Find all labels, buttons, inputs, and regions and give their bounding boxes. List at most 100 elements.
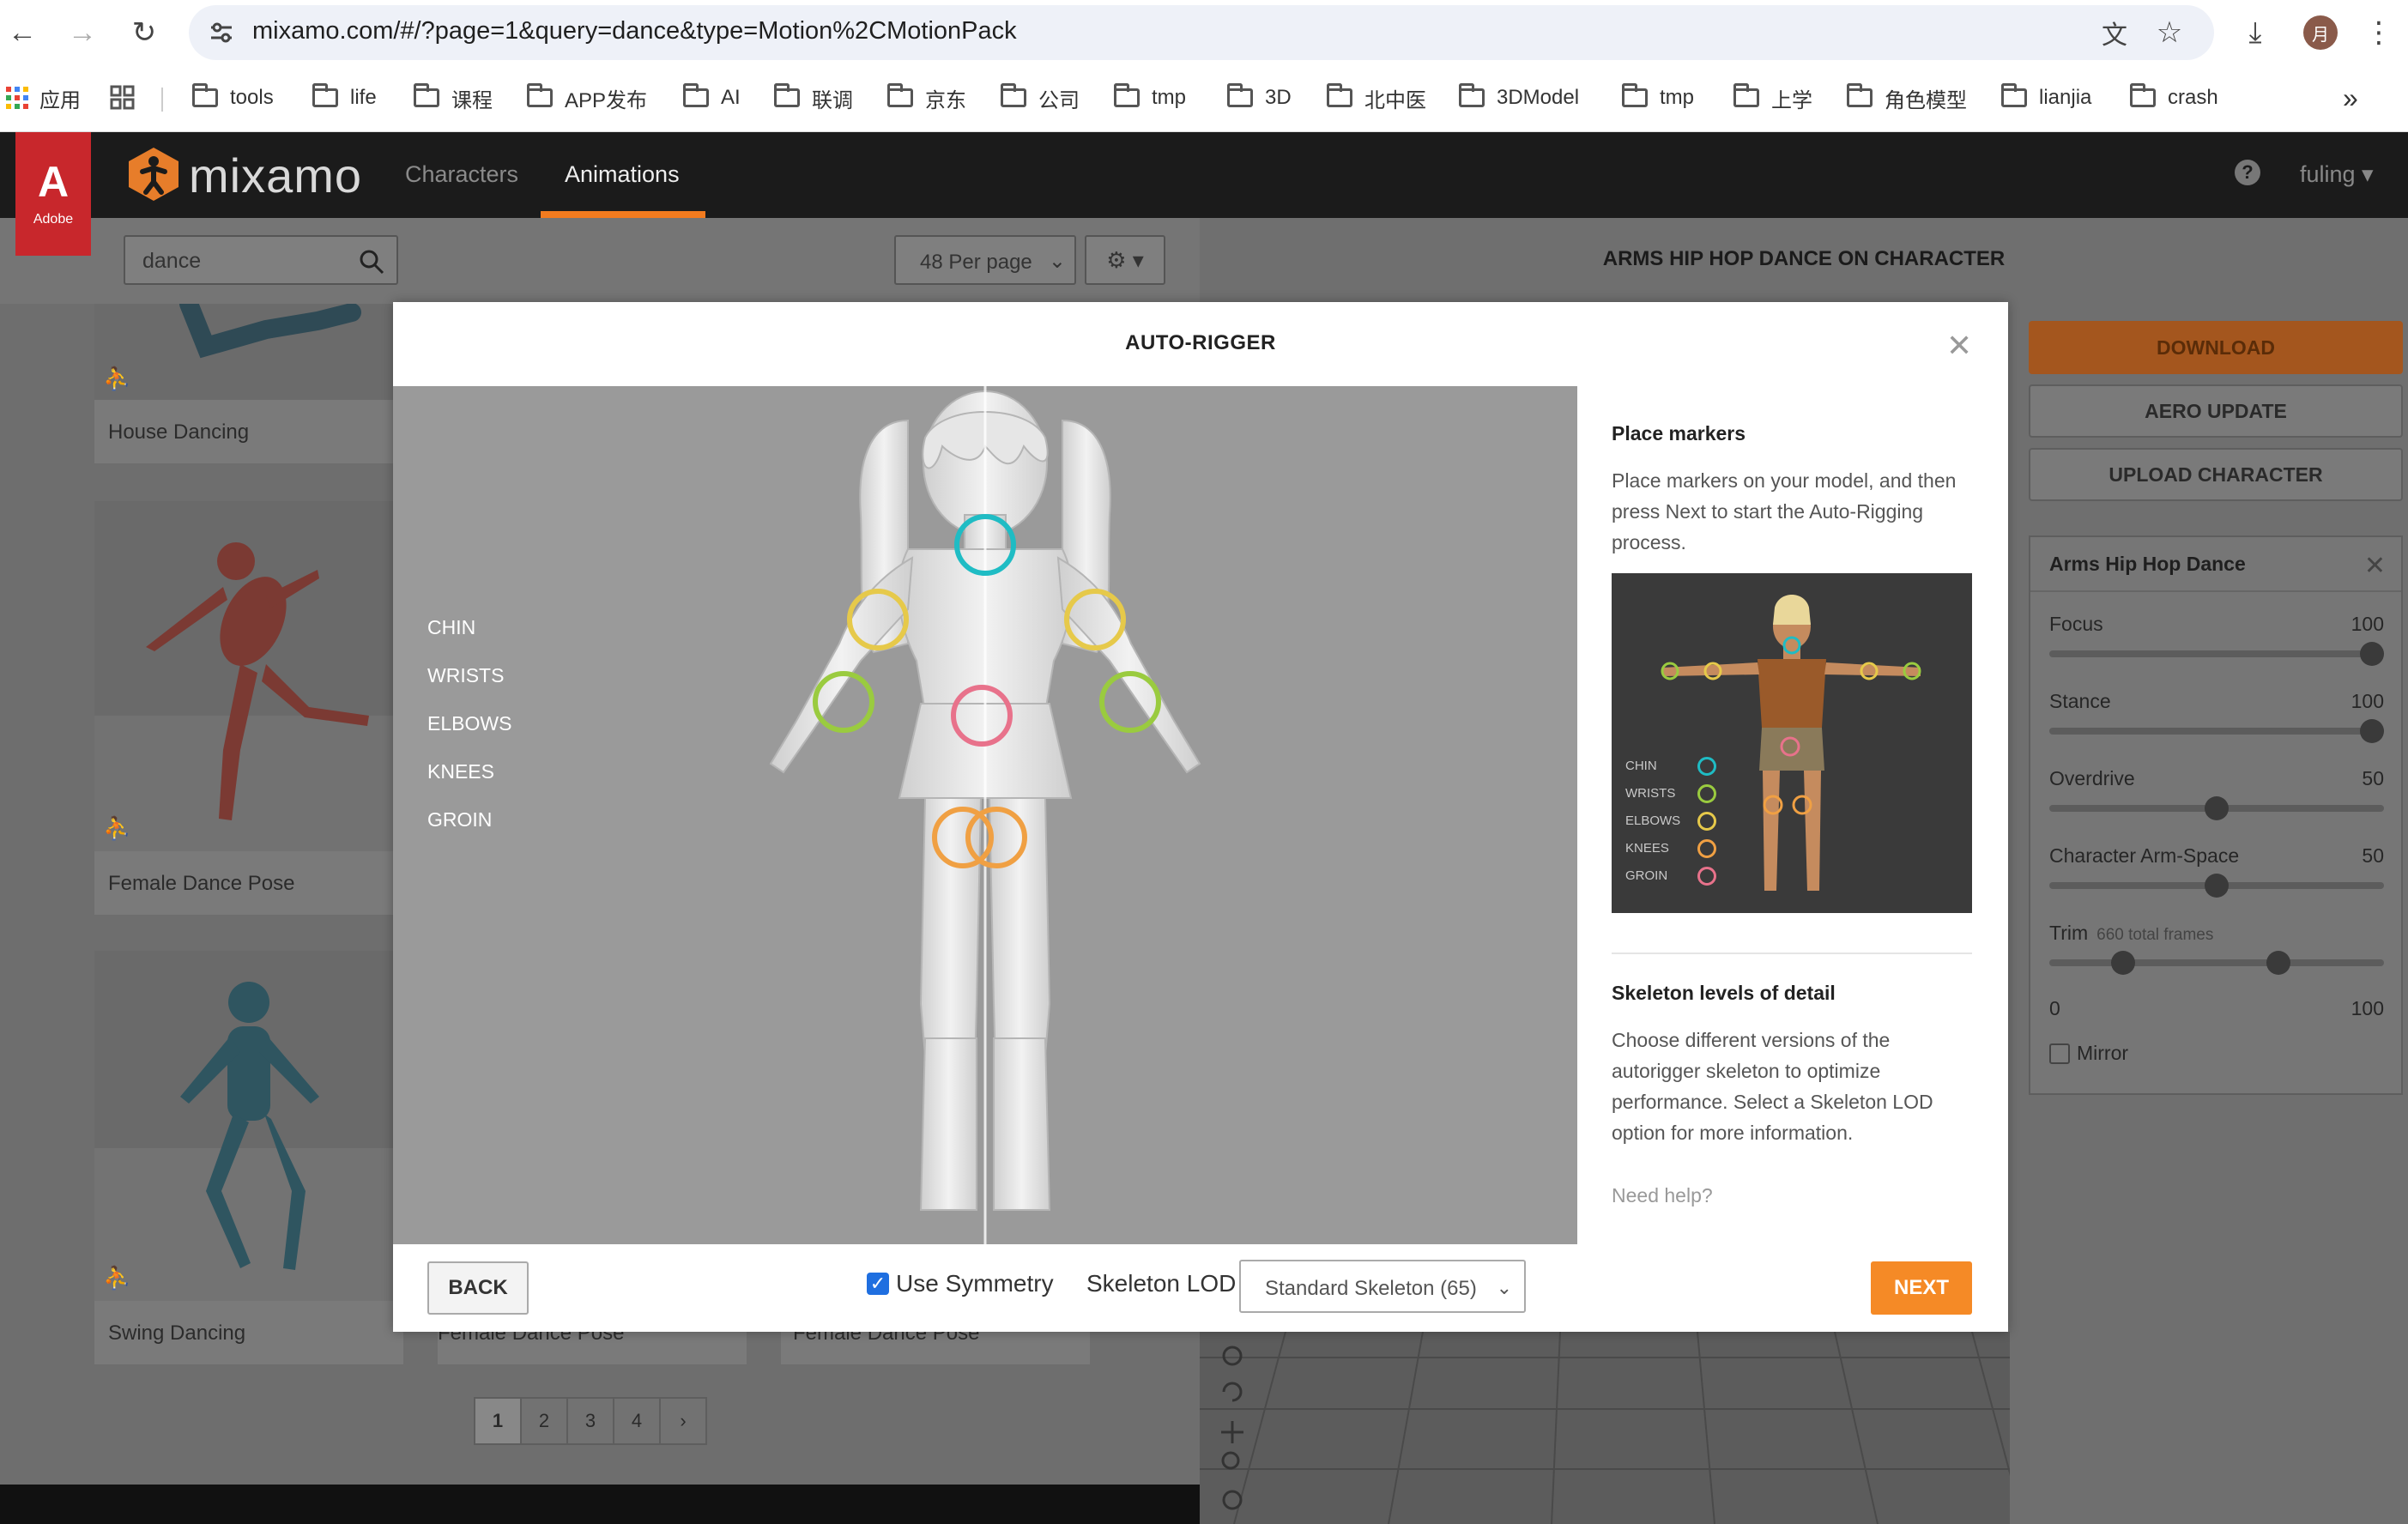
download-button[interactable]: DOWNLOAD [2029,321,2403,374]
search-icon[interactable] [359,249,384,275]
viewer-3d-floor[interactable] [1200,1332,2010,1524]
checkbox-checked-icon[interactable]: ✓ [867,1273,889,1295]
per-page-select[interactable]: 48 Per page ⌄ [894,235,1076,285]
gear-icon[interactable]: ⚙ ▾ [1085,235,1165,285]
bookmark-folder[interactable]: APP发布 [527,81,647,115]
tab-animations[interactable]: Animations [565,161,680,188]
page-3[interactable]: 3 [566,1397,614,1445]
marker-stage[interactable]: CHIN WRISTS ELBOWS KNEES GROIN [393,386,1577,1244]
mirror-checkbox[interactable]: Mirror [2049,1042,2128,1065]
trim-end-knob[interactable] [2266,951,2291,975]
marker-label-chin: CHIN [427,616,476,638]
preview-ring-icon [1697,757,1716,776]
bookmark-folder[interactable]: 上学 [1733,81,1812,115]
help-icon[interactable]: ? [2235,160,2260,185]
bookmark-label: 课程 [451,88,493,112]
bookmark-label: tmp [1152,86,1187,109]
animation-card[interactable]: ⛹ Female Dance Pose [94,501,403,915]
bookmark-star-icon[interactable]: ☆ [2149,12,2190,53]
marker-label-knees: KNEES [427,760,494,783]
adobe-logo-text: Adobe [33,212,74,227]
back-button[interactable]: BACK [427,1261,529,1315]
animation-card[interactable]: ⛹ House Dancing [94,304,403,463]
next-page-button[interactable]: › [659,1397,707,1445]
page-1[interactable]: 1 [474,1397,522,1445]
card-title: Swing Dancing [108,1321,246,1345]
page-4[interactable]: 4 [613,1397,661,1445]
close-icon[interactable]: ✕ [2364,551,2386,581]
slider-knob[interactable] [2205,874,2229,898]
user-menu[interactable]: fuling ▾ [2300,161,2374,188]
dialog-footer: BACK ✓ Use Symmetry Skeleton LOD Standar… [393,1244,2008,1332]
preview-label-wrists: WRISTS [1625,786,1676,801]
preview-label-elbows: ELBOWS [1625,813,1681,828]
aero-update-button[interactable]: AERO UPDATE [2029,384,2403,438]
site-settings-icon[interactable] [208,19,235,46]
folder-icon [1001,83,1026,107]
slider-knob[interactable] [2205,796,2229,820]
translate-icon[interactable]: 文 [2094,12,2135,53]
slider-knob[interactable] [2360,719,2384,743]
chevron-down-icon: ⌄ [1048,250,1066,273]
download-icon[interactable]: ⤓ [2235,12,2276,53]
slider-track[interactable] [2049,650,2384,657]
bookmark-folder[interactable]: tmp [1114,81,1186,115]
back-arrow-icon[interactable]: ← [3,14,41,51]
settings-title: Arms Hip Hop Dance ✕ [2030,537,2401,592]
more-bookmarks-icon[interactable]: » [2343,81,2358,115]
bookmark-folder[interactable]: 课程 [414,81,493,115]
bookmark-divider [161,88,163,112]
forward-arrow-icon[interactable]: → [64,14,101,51]
dialog-title: AUTO-RIGGER [1125,331,1276,354]
bookmark-label: 应用 [39,88,81,112]
need-help-link[interactable]: Need help? [1612,1184,1713,1207]
chevron-down-icon: ⌄ [1496,1277,1512,1298]
page-2[interactable]: 2 [520,1397,568,1445]
url-text[interactable]: mixamo.com/#/?page=1&query=dance&type=Mo… [252,17,1017,45]
bookmark-folder[interactable]: 3D [1227,81,1292,115]
bookmark-label: tools [230,86,274,109]
reload-icon[interactable]: ↻ [125,14,163,51]
bookmark-folder[interactable]: tmp [1622,81,1694,115]
character-model[interactable] [393,386,1577,1244]
bookmark-folder[interactable]: 京东 [887,81,966,115]
address-bar[interactable]: mixamo.com/#/?page=1&query=dance&type=Mo… [189,5,2214,60]
apps-grid-icon [6,87,28,109]
adobe-logo[interactable]: A Adobe [15,132,91,256]
slider-track[interactable] [2049,959,2384,966]
slider-knob[interactable] [2360,642,2384,666]
use-symmetry-checkbox[interactable]: ✓ Use Symmetry [867,1270,1054,1297]
animation-card[interactable]: Female Dance Pose [438,1332,747,1364]
search-input[interactable]: dance [124,235,398,285]
tab-characters[interactable]: Characters [405,161,518,188]
trim-label: Trim [2049,922,2089,944]
card-thumbnail: ⛹ [94,304,403,400]
bookmark-folder[interactable]: lianjia [2001,81,2091,115]
trim-start-knob[interactable] [2111,951,2136,975]
close-icon[interactable]: ✕ [1946,328,1972,364]
bookmark-folder[interactable]: tools [192,81,274,115]
skeleton-lod-select[interactable]: Standard Skeleton (65) ⌄ [1239,1260,1526,1313]
upload-character-button[interactable]: UPLOAD CHARACTER [2029,448,2403,501]
slider-track[interactable] [2049,728,2384,735]
settings-title-text: Arms Hip Hop Dance [2049,553,2246,575]
mixamo-brand[interactable]: mixamo [189,148,362,203]
bookmark-folder[interactable]: life [312,81,377,115]
bookmark-folder[interactable]: 公司 [1001,81,1080,115]
bookmark-folder[interactable]: AI [683,81,741,115]
bookmark-folder[interactable]: 联调 [774,81,853,115]
animation-card[interactable]: ⛹ Swing Dancing [94,951,403,1364]
profile-avatar[interactable]: 月 [2303,15,2338,50]
tab-groups-icon[interactable] [110,81,136,115]
bookmark-apps[interactable]: 应用 [5,81,81,115]
animation-card[interactable]: Female Dance Pose [781,1332,1090,1364]
bookmark-folder[interactable]: 角色模型 [1847,81,1967,115]
checkbox-box[interactable] [2049,1043,2070,1064]
lod-text: Choose different versions of the autorig… [1612,1029,1933,1144]
bookmark-folder[interactable]: 北中医 [1327,81,1426,115]
menu-kebab-icon[interactable]: ⋮ [2358,12,2399,53]
bookmark-folder[interactable]: 3DModel [1459,81,1579,115]
bookmark-label: crash [2168,86,2218,109]
next-button[interactable]: NEXT [1871,1261,1972,1315]
bookmark-folder[interactable]: crash [2130,81,2218,115]
